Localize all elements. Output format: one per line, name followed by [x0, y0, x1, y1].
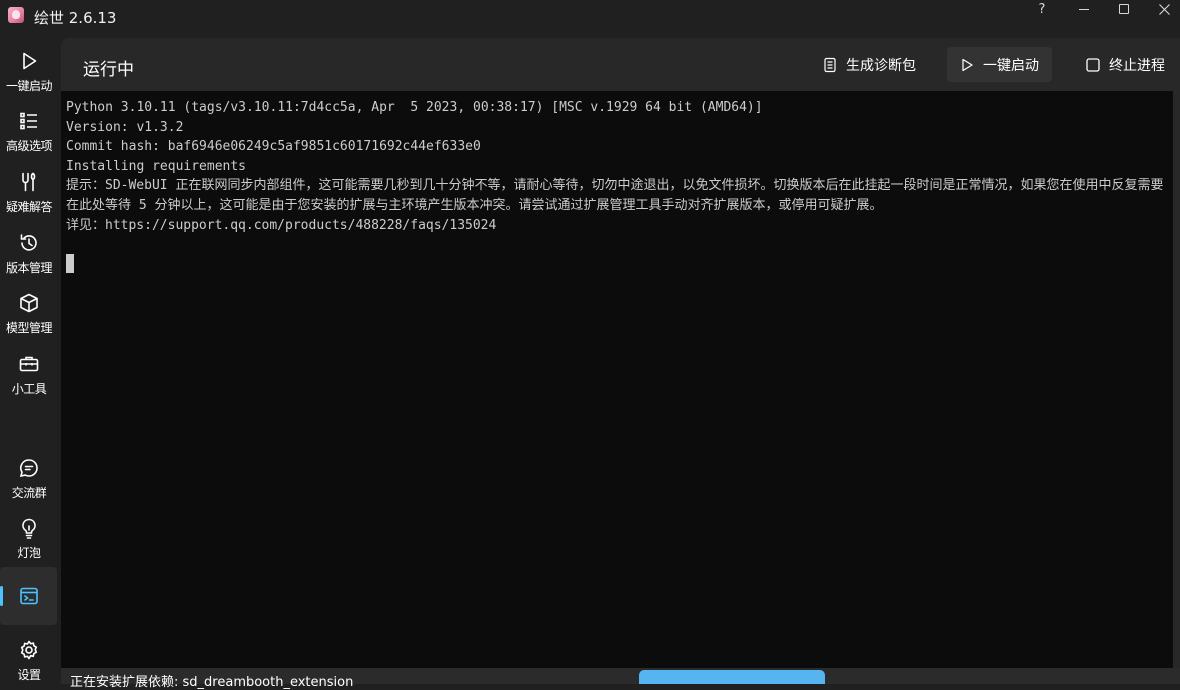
launch-button[interactable]: 一键启动: [947, 47, 1052, 82]
history-icon: [20, 234, 37, 251]
main-panel: 运行中 生成诊断包 一键启动 终止进程 Python 3.10.11 (tags…: [61, 38, 1180, 690]
stop-icon: [1086, 57, 1100, 72]
progress-indicator: [639, 670, 825, 684]
document-icon: [824, 57, 836, 72]
sidebar-item-advanced[interactable]: 高级选项: [0, 110, 58, 154]
minimize-icon: [1079, 8, 1089, 10]
sidebar-item-label: 模型管理: [5, 321, 53, 335]
gear-icon: [20, 640, 38, 660]
close-icon: [1158, 3, 1170, 15]
sidebar-item-label: 版本管理: [5, 261, 53, 275]
title-bar: 绘世 2.6.13 ?: [0, 0, 1180, 34]
status-text: 正在安装扩展依赖: sd_dreambooth_extension: [70, 675, 354, 690]
close-button[interactable]: [1144, 0, 1180, 18]
generate-diagnostics-button[interactable]: 生成诊断包: [810, 47, 928, 82]
window-title: 绘世 2.6.13: [34, 9, 117, 27]
status-bar: 正在安装扩展依赖: sd_dreambooth_extension: [61, 668, 1180, 690]
generate-diagnostics-label: 生成诊断包: [846, 57, 916, 74]
sidebar-item-label: 高级选项: [5, 139, 53, 153]
console-line: 详见：https://support.qq.com/products/48822…: [66, 217, 497, 233]
console-line: Commit hash: baf6946e06249c5af9851c60171…: [66, 139, 481, 155]
console-output[interactable]: Python 3.10.11 (tags/v3.10.11:7d4cc5a, A…: [61, 91, 1173, 668]
sidebar-item-versions[interactable]: 版本管理: [0, 232, 58, 276]
launch-label: 一键启动: [983, 57, 1039, 74]
sidebar-item-models[interactable]: 模型管理: [0, 292, 58, 336]
console-line: Python 3.10.11 (tags/v3.10.11:7d4cc5a, A…: [66, 100, 763, 115]
stop-process-button[interactable]: 终止进程: [1073, 47, 1177, 82]
wrench-icon: [22, 172, 36, 192]
console-line: Version: v1.3.2: [66, 119, 184, 135]
console-cursor: [66, 254, 74, 274]
sidebar-item-settings[interactable]: 设置: [0, 639, 58, 683]
sidebar-item-label: 交流群: [11, 486, 47, 500]
sidebar-item-console[interactable]: [0, 585, 58, 607]
console-line: Installing requirements: [66, 158, 247, 174]
help-button[interactable]: ?: [1022, 0, 1062, 18]
sidebar-item-troubleshoot[interactable]: 疑难解答: [0, 171, 58, 215]
lightbulb-icon: [22, 518, 36, 539]
sidebar-item-community[interactable]: 交流群: [0, 457, 58, 501]
sidebar-item-label: 疑难解答: [5, 200, 53, 214]
list-icon: [20, 112, 37, 130]
stop-process-label: 终止进程: [1109, 57, 1165, 74]
sidebar-item-lightbulb[interactable]: 灯泡: [0, 517, 58, 561]
sidebar-item-label: 一键启动: [5, 79, 53, 93]
toolbox-icon: [19, 356, 39, 372]
chat-icon: [19, 459, 38, 478]
minimize-button[interactable]: [1064, 0, 1104, 18]
sidebar-item-label: 小工具: [11, 382, 47, 396]
page-title: 运行中: [83, 60, 134, 80]
console-line: 提示：SD-WebUI 正在联网同步内部组件，这可能需要几秒到几十分钟不等，请耐…: [66, 178, 1164, 213]
sidebar: 一键启动 高级选项 疑难解答 版本管理 模型管理 小工具 交流群 灯泡 设置: [0, 34, 58, 684]
play-icon: [962, 58, 973, 71]
sidebar-item-label: 灯泡: [17, 546, 41, 560]
maximize-icon: [1119, 4, 1129, 14]
app-logo-icon: [8, 7, 24, 23]
console-icon: [20, 587, 38, 605]
console-scrollbar[interactable]: [1173, 91, 1180, 668]
sidebar-item-tools[interactable]: 小工具: [0, 353, 58, 397]
sidebar-item-launch[interactable]: 一键启动: [0, 50, 58, 94]
play-icon: [23, 52, 37, 70]
maximize-button[interactable]: [1104, 0, 1144, 18]
sidebar-item-label: 设置: [17, 668, 41, 682]
cube-icon: [20, 293, 38, 313]
